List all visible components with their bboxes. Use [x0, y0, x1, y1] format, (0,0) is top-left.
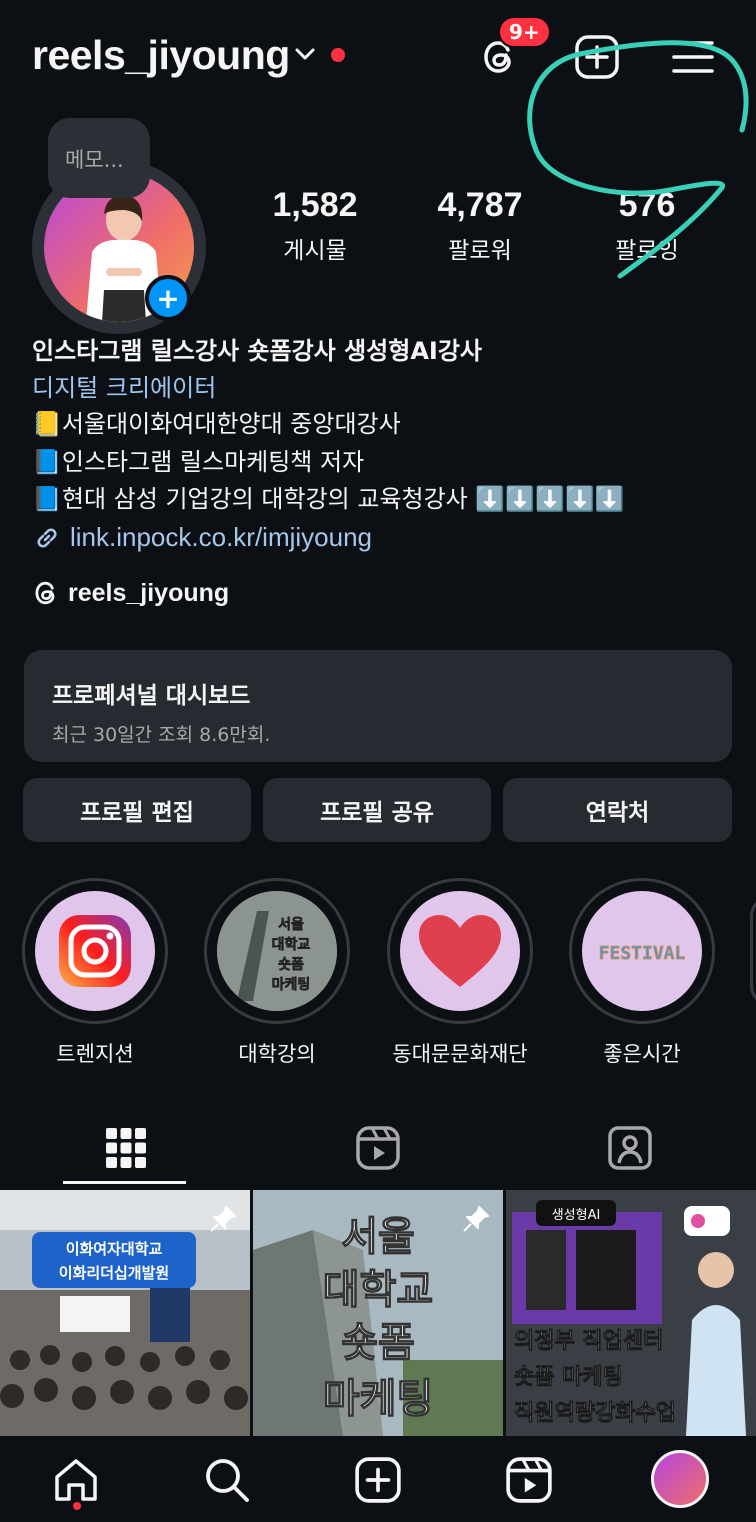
highlight-cover: 서울 대학교 숏폼 마케팅 [217, 891, 337, 1011]
active-tab-indicator [63, 1181, 186, 1184]
add-story-icon[interactable]: + [145, 275, 191, 321]
home-activity-dot [73, 1502, 81, 1510]
pin-icon [210, 1206, 236, 1232]
highlight-label: 좋은시간 [603, 1042, 681, 1066]
threads-notification-badge: 9+ [498, 16, 551, 48]
tab-reels[interactable] [252, 1108, 504, 1188]
grid-icon [106, 1128, 146, 1168]
create-post-icon[interactable] [350, 1452, 406, 1508]
tab-tagged[interactable] [504, 1108, 756, 1188]
new-post-icon[interactable] [574, 34, 620, 80]
svg-text:대학교: 대학교 [272, 937, 311, 953]
festival-cover-text: FESTIVAL [599, 943, 686, 964]
bottom-navigation [0, 1436, 756, 1522]
stat-value: 4,787 [437, 186, 523, 224]
stat-value: 1,582 [272, 186, 358, 224]
share-profile-button[interactable]: 프로필 공유 [263, 778, 491, 842]
following-count[interactable]: 576 팔로잉 [572, 186, 722, 265]
highlight-label: 동대문문화재단 [392, 1042, 528, 1066]
post-text: 직원역량강화수업 [514, 1401, 676, 1426]
post-text: 이화여자대학교 [66, 1240, 163, 1258]
post-thumbnail[interactable]: 서울 대학교 숏폼 마케팅 [253, 1190, 503, 1436]
highlight-cover: FESTIVAL [582, 891, 702, 1011]
post-text: 이화리더십개발원 [59, 1264, 169, 1282]
dashboard-title: 프로페셔널 대시보드 [52, 683, 251, 709]
dashboard-subtitle: 최근 30일간 조회 8.6만회. [52, 724, 271, 746]
post-thumbnail[interactable]: 생성형AI 의정부 직업센터 숏폼 마케팅 직원역량강화수업 [506, 1190, 756, 1436]
link-text: link.inpock.co.kr/imjiyoung [70, 522, 373, 552]
heart-icon [419, 915, 501, 987]
highlight-ring [387, 878, 533, 1024]
svg-text:대학교: 대학교 [323, 1267, 433, 1313]
link-icon [37, 527, 57, 548]
bio-name: 인스타그램 릴스강사 숏폼강사 생성형AI강사 [32, 337, 483, 365]
highlight-item[interactable]: FESTIVAL 좋은시간 [568, 878, 716, 1068]
tagged-person-icon [608, 1126, 652, 1170]
highlight-cover [35, 891, 155, 1011]
highlight-ring: FESTIVAL [569, 878, 715, 1024]
highlight-label: 대학강의 [238, 1042, 316, 1066]
stat-label: 게시물 [283, 238, 347, 264]
post-tag: 생성형AI [552, 1208, 601, 1223]
svg-text:숏폼: 숏폼 [341, 1320, 415, 1366]
professional-dashboard[interactable]: 프로페셔널 대시보드 최근 30일간 조회 8.6만회. [24, 650, 732, 762]
bio-line: 📒서울대이화여대한양대 중앙대강사 [32, 410, 401, 438]
tab-grid[interactable] [0, 1108, 252, 1188]
bio-line: 📘현대 삼성 기업강의 대학강의 교육청강사 ⬇️⬇️⬇️⬇️⬇️ [32, 485, 625, 513]
svg-text:마케팅: 마케팅 [323, 1376, 433, 1422]
highlight-cover [400, 891, 520, 1011]
stat-label: 팔로워 [448, 238, 512, 264]
stat-label: 팔로잉 [615, 238, 679, 264]
reels-icon [356, 1126, 400, 1170]
menu-icon[interactable] [670, 34, 716, 80]
threads-handle: reels_jiyoung [68, 578, 230, 607]
profile-tab-avatar[interactable] [651, 1450, 709, 1508]
content-tabs [0, 1108, 756, 1188]
account-username[interactable]: reels_jiyoung [32, 32, 290, 79]
highlight-item[interactable]: 동대문문화재단 [386, 878, 534, 1068]
threads-profile-link[interactable]: reels_jiyoung [32, 578, 229, 608]
memo-bubble[interactable]: 메모... [48, 118, 150, 198]
search-icon[interactable] [199, 1452, 255, 1508]
highlight-item-partial[interactable] [750, 896, 756, 1006]
contact-button[interactable]: 연락처 [503, 778, 732, 842]
stat-value: 576 [618, 186, 676, 224]
post-grid: 이화여자대학교 이화리더십개발원 서울 대학교 숏폼 마케팅 생성형AI 의정부… [0, 1190, 756, 1436]
post-text: 숏폼 마케팅 [514, 1365, 623, 1390]
highlight-ring [22, 878, 168, 1024]
chevron-down-icon[interactable] [294, 46, 316, 62]
post-thumbnail[interactable]: 이화여자대학교 이화리더십개발원 [0, 1190, 250, 1436]
threads-icon [35, 581, 55, 605]
svg-text:서울: 서울 [278, 916, 304, 933]
top-bar: reels_jiyoung 9+ [0, 0, 756, 115]
edit-profile-button[interactable]: 프로필 편집 [23, 778, 251, 842]
unread-dot [331, 48, 345, 62]
svg-text:숏폼: 숏폼 [278, 957, 304, 973]
svg-text:서울: 서울 [341, 1214, 415, 1260]
post-text: 의정부 직업센터 [514, 1329, 663, 1354]
bio-line: 📘인스타그램 릴스마케팅책 저자 [32, 448, 365, 476]
instagram-logo-icon [59, 915, 131, 987]
highlight-ring: 서울 대학교 숏폼 마케팅 [204, 878, 350, 1024]
reels-icon[interactable] [501, 1452, 557, 1508]
posts-count[interactable]: 1,582 게시물 [240, 186, 390, 265]
svg-text:마케팅: 마케팅 [272, 976, 311, 993]
followers-count[interactable]: 4,787 팔로워 [405, 186, 555, 265]
bio-link[interactable]: link.inpock.co.kr/imjiyoung [32, 519, 732, 556]
profile-category: 디지털 크리에이터 [32, 374, 217, 402]
highlight-item[interactable]: 서울 대학교 숏폼 마케팅 대학강의 [203, 878, 351, 1068]
home-icon[interactable] [48, 1452, 104, 1508]
highlight-item[interactable]: 트렌지션 [21, 878, 169, 1068]
highlight-label: 트렌지션 [56, 1042, 134, 1066]
pin-icon [463, 1206, 489, 1232]
